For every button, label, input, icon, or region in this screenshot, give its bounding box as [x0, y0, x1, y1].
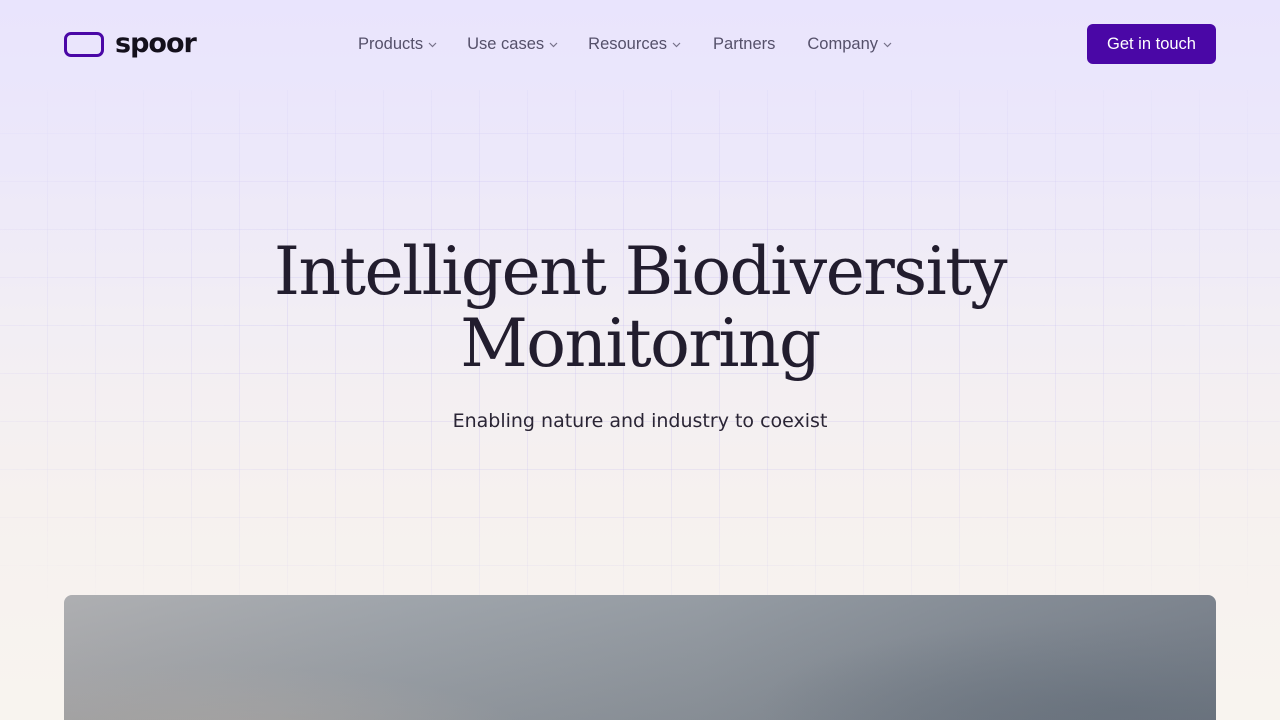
nav-item-resources[interactable]: Resources — [588, 32, 681, 56]
nav-item-use-cases[interactable]: Use cases — [467, 32, 558, 56]
hero-media-image — [64, 595, 1216, 720]
chevron-down-icon — [428, 42, 437, 48]
chevron-down-icon — [549, 42, 558, 48]
chevron-down-icon — [883, 42, 892, 48]
get-in-touch-button[interactable]: Get in touch — [1087, 24, 1216, 64]
nav-item-label: Resources — [588, 35, 668, 53]
hero-title: Intelligent Biodiversity Monitoring — [0, 236, 1280, 380]
logo-link[interactable]: spoor — [64, 28, 197, 59]
site-header: spoor Products Use cases Resources Partn… — [0, 0, 1280, 88]
nav-item-products[interactable]: Products — [358, 32, 437, 56]
hero-title-line-2: Monitoring — [460, 305, 821, 382]
logo-mark-icon — [64, 31, 104, 57]
nav-item-company[interactable]: Company — [807, 32, 892, 56]
hero-subtitle: Enabling nature and industry to coexist — [452, 410, 828, 432]
nav-item-label: Products — [358, 35, 424, 53]
logo-wordmark: spoor — [115, 28, 197, 59]
chevron-down-icon — [672, 42, 681, 48]
main-nav: Products Use cases Resources Partners Co… — [358, 32, 892, 56]
nav-item-label: Company — [807, 35, 879, 53]
nav-item-label: Partners — [713, 35, 776, 53]
hero-title-line-1: Intelligent Biodiversity — [273, 233, 1008, 310]
nav-item-partners[interactable]: Partners — [713, 32, 775, 56]
nav-item-label: Use cases — [467, 35, 545, 53]
hero-section: Intelligent Biodiversity Monitoring Enab… — [0, 236, 1280, 434]
